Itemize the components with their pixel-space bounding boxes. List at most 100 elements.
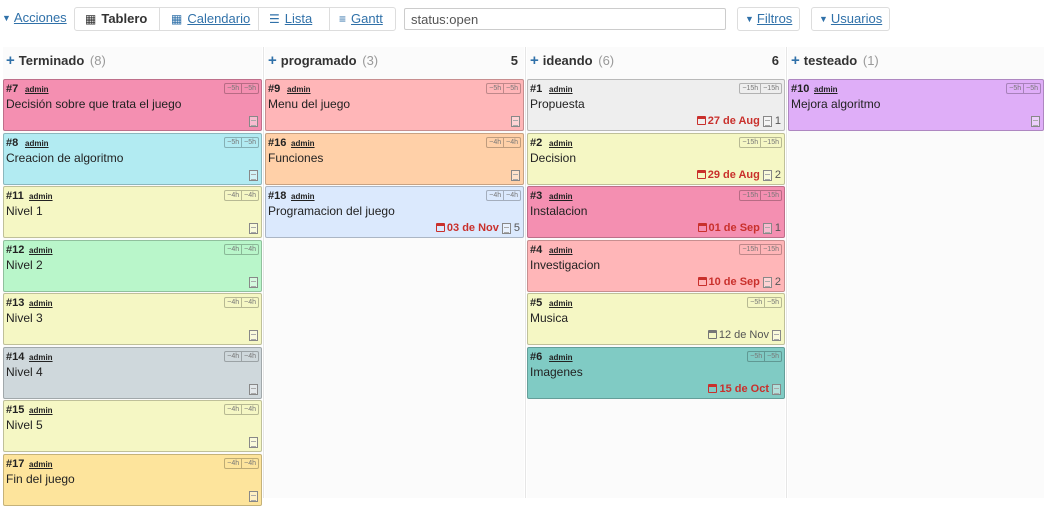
task-card[interactable]: #2 admin ~15h ~15h Decision 29 de Aug 2 (527, 133, 785, 185)
task-id[interactable]: #17 (6, 458, 24, 470)
task-card[interactable]: #12 admin ~4h ~4h Nivel 2 (3, 240, 262, 292)
task-id[interactable]: #1 (530, 83, 542, 95)
description-icon[interactable] (249, 490, 258, 502)
task-assignee-link[interactable]: admin (287, 85, 311, 94)
add-task-icon[interactable]: + (6, 52, 15, 69)
view-list[interactable]: ☰ Lista (269, 8, 312, 30)
task-assignee-link[interactable]: admin (29, 406, 53, 415)
task-title[interactable]: Imagenes (530, 365, 583, 379)
task-card[interactable]: #4 admin ~15h ~15h Investigacion 10 de Sep 2 (527, 240, 785, 292)
description-icon[interactable] (511, 169, 520, 181)
description-icon[interactable] (772, 383, 781, 395)
task-id[interactable]: #10 (791, 83, 809, 95)
task-title[interactable]: Nivel 2 (6, 258, 43, 272)
task-assignee-link[interactable]: admin (25, 139, 49, 148)
add-task-icon[interactable]: + (530, 52, 539, 69)
task-id[interactable]: #18 (268, 190, 286, 202)
task-assignee-link[interactable]: admin (549, 353, 573, 362)
description-icon[interactable] (249, 276, 258, 288)
description-icon[interactable] (762, 276, 772, 288)
description-icon[interactable] (249, 329, 258, 341)
task-title[interactable]: Creacion de algoritmo (6, 151, 123, 165)
task-title[interactable]: Nivel 3 (6, 311, 43, 325)
task-card[interactable]: #3 admin ~15h ~15h Instalacion 01 de Sep 1 (527, 186, 785, 238)
task-id[interactable]: #11 (6, 190, 24, 202)
task-title[interactable]: Funciones (268, 151, 323, 165)
task-assignee-link[interactable]: admin (29, 246, 53, 255)
view-board[interactable]: ▦ Tablero (85, 8, 147, 30)
task-id[interactable]: #4 (530, 244, 542, 256)
task-title[interactable]: Decision (530, 151, 576, 165)
description-icon[interactable] (249, 222, 258, 234)
task-id[interactable]: #7 (6, 83, 18, 95)
task-assignee-link[interactable]: admin (814, 85, 838, 94)
task-id[interactable]: #2 (530, 137, 542, 149)
actions-label[interactable]: Acciones (14, 10, 67, 25)
task-card[interactable]: #7 admin ~5h ~5h Decisión sobre que trata el… (3, 79, 262, 131)
description-icon[interactable] (772, 329, 781, 341)
task-id[interactable]: #3 (530, 190, 542, 202)
task-assignee-link[interactable]: admin (291, 192, 315, 201)
task-id[interactable]: #14 (6, 351, 24, 363)
description-icon[interactable] (1031, 115, 1040, 127)
view-gantt[interactable]: ≡ Gantt (339, 8, 383, 30)
task-assignee-link[interactable]: admin (549, 85, 573, 94)
task-title[interactable]: Propuesta (530, 97, 585, 111)
task-title[interactable]: Instalacion (530, 204, 587, 218)
users-button[interactable]: ▼ Usuarios (811, 7, 891, 31)
task-title[interactable]: Fin del juego (6, 472, 75, 486)
task-title[interactable]: Investigacion (530, 258, 600, 272)
task-title[interactable]: Mejora algoritmo (791, 97, 880, 111)
task-title[interactable]: Menu del juego (268, 97, 350, 111)
task-card[interactable]: #1 admin ~15h ~15h Propuesta 27 de Aug 1 (527, 79, 785, 131)
task-id[interactable]: #6 (530, 351, 542, 363)
task-id[interactable]: #5 (530, 297, 542, 309)
actions-menu[interactable]: ▼ Acciones (2, 7, 67, 31)
task-card[interactable]: #9 admin ~5h ~5h Menu del juego (265, 79, 524, 131)
task-id[interactable]: #9 (268, 83, 280, 95)
task-assignee-link[interactable]: admin (549, 246, 573, 255)
task-title[interactable]: Nivel 1 (6, 204, 43, 218)
description-icon[interactable] (249, 115, 258, 127)
task-card[interactable]: #15 admin ~4h ~4h Nivel 5 (3, 400, 262, 452)
task-id[interactable]: #8 (6, 137, 18, 149)
task-assignee-link[interactable]: admin (25, 85, 49, 94)
task-title[interactable]: Nivel 5 (6, 418, 43, 432)
task-title[interactable]: Nivel 4 (6, 365, 43, 379)
search-input[interactable] (404, 8, 726, 30)
description-icon[interactable] (762, 115, 772, 127)
task-assignee-link[interactable]: admin (29, 460, 53, 469)
task-assignee-link[interactable]: admin (29, 299, 53, 308)
task-card[interactable]: #18 admin ~4h ~4h Programacion del juego 03 d… (265, 186, 524, 238)
task-card[interactable]: #6 admin ~5h ~5h Imagenes 15 de Oct (527, 347, 785, 399)
description-icon[interactable] (501, 222, 511, 234)
task-id[interactable]: #15 (6, 404, 24, 416)
task-assignee-link[interactable]: admin (291, 139, 315, 148)
filters-button[interactable]: ▼ Filtros (737, 7, 801, 31)
description-icon[interactable] (249, 169, 258, 181)
task-card[interactable]: #11 admin ~4h ~4h Nivel 1 (3, 186, 262, 238)
task-id[interactable]: #12 (6, 244, 24, 256)
description-icon[interactable] (762, 169, 772, 181)
task-assignee-link[interactable]: admin (549, 192, 573, 201)
task-title[interactable]: Programacion del juego (268, 204, 395, 218)
task-card[interactable]: #14 admin ~4h ~4h Nivel 4 (3, 347, 262, 399)
task-card[interactable]: #16 admin ~4h ~4h Funciones (265, 133, 524, 185)
task-card[interactable]: #13 admin ~4h ~4h Nivel 3 (3, 293, 262, 345)
add-task-icon[interactable]: + (268, 52, 277, 69)
description-icon[interactable] (249, 383, 258, 395)
task-title[interactable]: Decisión sobre que trata el juego (6, 97, 181, 111)
task-card[interactable]: #5 admin ~5h ~5h Musica 12 de Nov (527, 293, 785, 345)
view-calendar[interactable]: ▦ Calendario (171, 8, 250, 30)
task-assignee-link[interactable]: admin (549, 299, 573, 308)
description-icon[interactable] (511, 115, 520, 127)
task-assignee-link[interactable]: admin (29, 192, 53, 201)
task-card[interactable]: #10 admin ~5h ~5h Mejora algoritmo (788, 79, 1044, 131)
task-card[interactable]: #8 admin ~5h ~5h Creacion de algoritmo (3, 133, 262, 185)
add-task-icon[interactable]: + (791, 52, 800, 69)
task-card[interactable]: #17 admin ~4h ~4h Fin del juego (3, 454, 262, 506)
task-assignee-link[interactable]: admin (29, 353, 53, 362)
task-id[interactable]: #16 (268, 137, 286, 149)
description-icon[interactable] (762, 222, 772, 234)
task-assignee-link[interactable]: admin (549, 139, 573, 148)
